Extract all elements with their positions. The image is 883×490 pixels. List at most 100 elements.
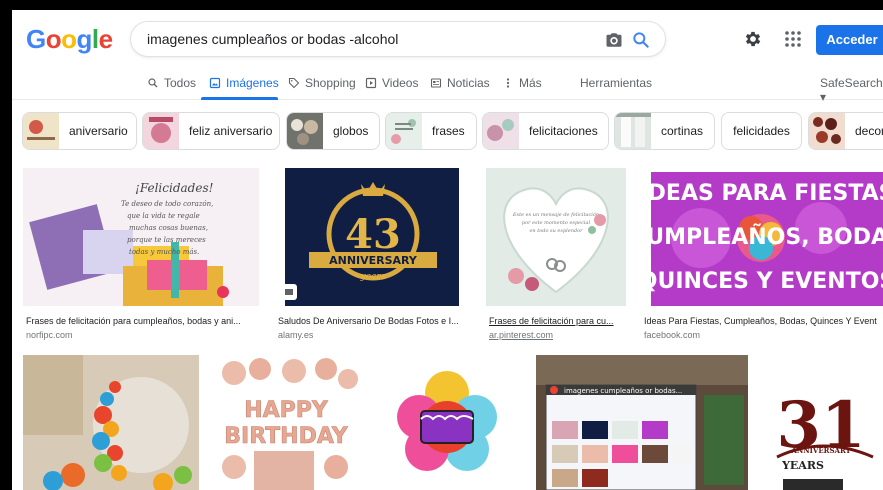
search-icon [148, 78, 158, 88]
chip-decor[interactable]: decor [808, 112, 883, 150]
safesearch-label: SafeSearch ▾ [820, 76, 883, 104]
svg-text:HAPPY: HAPPY [244, 398, 329, 423]
tab-shopping[interactable]: Shopping [288, 76, 356, 90]
svg-text:en todo su esplendor: en todo su esplendor [529, 228, 583, 234]
chip-felicidades[interactable]: felicidades [721, 112, 802, 150]
result-title[interactable]: Frases de felicitación para cu... [489, 316, 626, 326]
svg-text:por este momento especial: por este momento especial [522, 220, 591, 226]
chip-label: globos [333, 124, 369, 138]
logo-letter: o [45, 24, 62, 54]
result-card[interactable]: Este es un mensaje de felicitación por e… [486, 168, 626, 343]
result-image[interactable]: 43 ANNIVERSARY years [275, 168, 471, 306]
result-site[interactable]: norfipc.com [26, 330, 73, 340]
svg-text:muchas cosas buenas,: muchas cosas buenas, [129, 224, 208, 232]
card-overlay-label: ANNIVERSARY [790, 446, 851, 455]
news-icon [430, 78, 442, 88]
result-image[interactable]: imagenes cumpleaños or bodas... [536, 355, 748, 490]
chip-thumbnail [287, 113, 323, 149]
tab-todos[interactable]: Todos [147, 76, 196, 90]
chip-thumbnail [809, 113, 845, 149]
result-image[interactable]: IDEAS PARA FIESTAS CUMPLEAÑOS, BODAS QUI… [641, 168, 883, 306]
result-site[interactable]: alamy.es [278, 330, 313, 340]
camera-icon[interactable] [605, 31, 623, 49]
card-overlay-sub: years [360, 272, 386, 282]
result-card[interactable]: IDEAS PARA FIESTAS CUMPLEAÑOS, BODAS QUI… [641, 168, 883, 343]
play-icon [365, 77, 377, 89]
safesearch-button[interactable]: SafeSearch ▾ [820, 76, 883, 104]
result-image[interactable]: 31 ANNIVERSARY YEARS [763, 355, 883, 490]
card-overlay-text: imagenes cumpleaños or bodas... [564, 387, 682, 395]
search-type-nav: Todos Imágenes Shopping Videos Noticias … [12, 70, 883, 104]
result-image[interactable] [373, 355, 521, 490]
svg-text:Te deseo de todo corazón,: Te deseo de todo corazón, [121, 200, 213, 208]
search-input[interactable]: imagenes cumpleaños or bodas -alcohol [147, 31, 398, 47]
image-icon [209, 77, 221, 89]
chip-label: felicitaciones [529, 124, 598, 138]
chip-globos[interactable]: globos [286, 112, 380, 150]
result-site[interactable]: ar.pinterest.com [489, 330, 553, 340]
svg-text:todas y mucho más.: todas y mucho más. [129, 248, 199, 256]
svg-text:Este es un mensaje de felicita: Este es un mensaje de felicitación [512, 211, 599, 218]
logo-letter: o [61, 24, 77, 54]
chip-label: feliz aniversario [189, 124, 273, 138]
result-image[interactable]: HAPPY BIRTHDAY [214, 355, 358, 490]
card-overlay-label: ANNIVERSARY [329, 254, 418, 267]
tab-label: Más [519, 76, 542, 90]
chip-feliz-aniversario[interactable]: feliz aniversario [142, 112, 280, 150]
tab-label: Todos [164, 76, 197, 90]
tab-noticias[interactable]: Noticias [430, 76, 490, 90]
chip-thumbnail [483, 113, 519, 149]
search-box[interactable]: imagenes cumpleaños or bodas -alcohol [130, 21, 666, 57]
result-image[interactable]: ¡Felicidades! Te deseo de todo corazón, … [23, 168, 259, 306]
settings-gear-icon[interactable] [743, 29, 763, 49]
chip-cortinas[interactable]: cortinas [614, 112, 715, 150]
result-title[interactable]: Saludos De Aniversario De Bodas Fotos e … [278, 316, 468, 326]
google-logo[interactable]: Google [26, 24, 113, 55]
result-image[interactable]: Este es un mensaje de felicitación por e… [486, 168, 626, 306]
chip-aniversario[interactable]: aniversario [22, 112, 137, 150]
tab-label: Noticias [447, 76, 490, 90]
tab-mas[interactable]: Más [502, 76, 542, 90]
tab-label: Shopping [305, 76, 356, 90]
result-title[interactable]: Ideas Para Fiestas, Cumpleaños, Bodas, Q… [644, 316, 883, 326]
chip-thumbnail [386, 113, 422, 149]
tab-label: Imágenes [226, 76, 279, 90]
result-image[interactable] [23, 355, 199, 490]
apps-grid-icon[interactable] [784, 30, 802, 48]
more-vert-icon [506, 78, 510, 88]
logo-letter: G [26, 24, 46, 54]
card-overlay-number: 43 [345, 211, 401, 258]
chip-felicitaciones[interactable]: felicitaciones [482, 112, 609, 150]
logo-letter: g [76, 24, 93, 54]
tools-label: Herramientas [580, 76, 653, 90]
tag-icon [288, 77, 300, 89]
chip-thumbnail [615, 113, 651, 149]
chip-thumbnail [23, 113, 59, 149]
chip-label: felicidades [733, 124, 790, 138]
result-title[interactable]: Frases de felicitación para cumpleaños, … [26, 316, 256, 326]
tab-imagenes[interactable]: Imágenes [209, 76, 279, 90]
tab-label: Videos [382, 76, 419, 90]
card-overlay-sub: YEARS [781, 459, 824, 472]
chip-thumbnail [143, 113, 179, 149]
svg-text:que la vida te regale: que la vida te regale [127, 212, 200, 220]
logo-letter: l [91, 24, 99, 54]
svg-text:CUMPLEAÑOS, BODAS: CUMPLEAÑOS, BODAS [641, 224, 883, 250]
chip-label: decor [855, 124, 883, 138]
search-icon[interactable] [631, 30, 651, 50]
result-site[interactable]: facebook.com [644, 330, 700, 340]
svg-text:IDEAS PARA FIESTAS: IDEAS PARA FIESTAS [641, 181, 883, 206]
tools-button[interactable]: Herramientas [580, 76, 652, 90]
chip-label: frases [432, 124, 465, 138]
logo-letter: e [98, 24, 113, 54]
result-card[interactable]: ¡Felicidades! Te deseo de todo corazón, … [23, 168, 259, 343]
result-card[interactable]: 43 ANNIVERSARY years Saludos De Aniversa… [275, 168, 471, 343]
chip-label: cortinas [661, 124, 704, 138]
chip-label: aniversario [69, 124, 128, 138]
svg-text:porque te las mereces: porque te las mereces [127, 236, 206, 244]
sign-in-button[interactable]: Acceder [816, 25, 883, 55]
tab-videos[interactable]: Videos [365, 76, 418, 90]
card-overlay-text: ¡Felicidades! [135, 181, 214, 195]
svg-text:BIRTHDAY: BIRTHDAY [224, 424, 349, 449]
chip-frases[interactable]: frases [385, 112, 477, 150]
